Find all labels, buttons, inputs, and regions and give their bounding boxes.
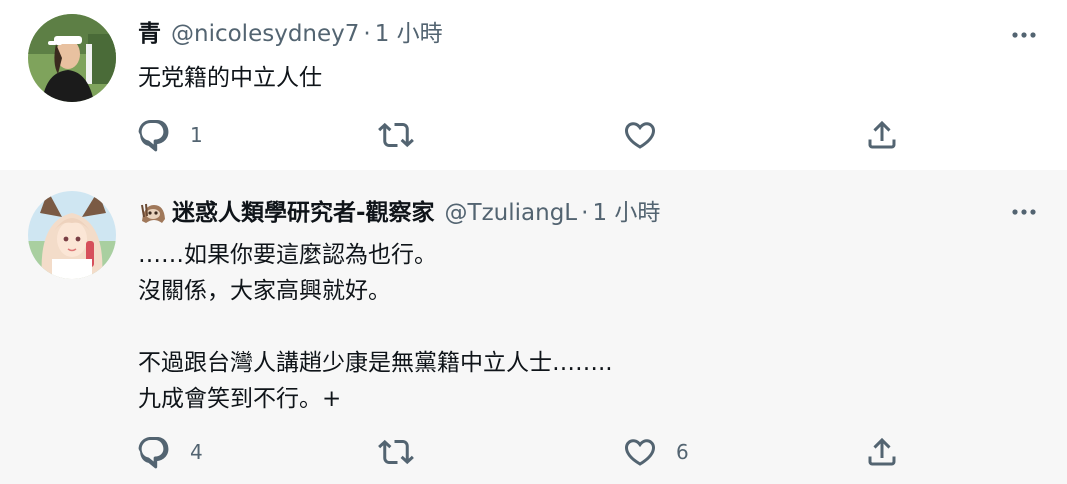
sloth-emoji-icon bbox=[141, 203, 165, 223]
like-count: 6 bbox=[676, 440, 689, 464]
tweet-actions: 4 6 bbox=[130, 432, 920, 472]
avatar[interactable] bbox=[28, 14, 116, 102]
retweet-icon bbox=[378, 439, 414, 465]
share-icon bbox=[868, 120, 896, 149]
like-button[interactable] bbox=[622, 115, 676, 155]
reply-icon bbox=[138, 120, 169, 152]
retweet-button[interactable] bbox=[378, 115, 432, 155]
display-name[interactable]: 迷惑人類學研究者-觀察家 bbox=[172, 197, 435, 229]
separator-dot: · bbox=[581, 200, 589, 226]
tweet-text: 无党籍的中立人仕 bbox=[138, 65, 322, 91]
heart-icon bbox=[624, 122, 656, 149]
more-icon bbox=[1012, 32, 1036, 38]
tweet-text: ……如果你要這麼認為也行。 沒關係，大家高興就好。 不過跟台灣人講趙少康是無黨籍… bbox=[138, 242, 613, 412]
more-options-button[interactable] bbox=[1009, 197, 1039, 227]
display-name[interactable]: 青 bbox=[138, 18, 161, 50]
tweet-reply-2[interactable]: 迷惑人類學研究者-觀察家 @TzuliangL · 1 小時 ……如果你要這麼認… bbox=[0, 170, 1067, 484]
avatar[interactable] bbox=[28, 191, 116, 279]
reply-button[interactable]: 4 bbox=[136, 432, 203, 472]
retweet-icon bbox=[378, 122, 414, 148]
timestamp[interactable]: 1 小時 bbox=[375, 18, 443, 50]
user-handle[interactable]: @TzuliangL bbox=[445, 197, 578, 229]
share-icon bbox=[868, 437, 896, 466]
user-handle[interactable]: @nicolesydney7 bbox=[171, 18, 359, 50]
reply-icon bbox=[138, 437, 169, 469]
tweet-reply-1[interactable]: 青 @nicolesydney7 · 1 小時 无党籍的中立人仕 1 bbox=[0, 0, 1067, 170]
avatar-photo-anime-girl bbox=[28, 191, 116, 279]
reply-count: 1 bbox=[190, 123, 203, 147]
avatar-photo-golfer bbox=[28, 14, 116, 102]
tweet-header: 迷惑人類學研究者-觀察家 @TzuliangL · 1 小時 bbox=[138, 197, 1007, 229]
heart-icon bbox=[624, 439, 656, 466]
reply-button[interactable]: 1 bbox=[136, 115, 203, 155]
retweet-button[interactable] bbox=[378, 432, 432, 472]
like-button[interactable]: 6 bbox=[622, 432, 689, 472]
tweet-actions: 1 bbox=[130, 115, 920, 155]
share-button[interactable] bbox=[864, 115, 900, 155]
tweet-header: 青 @nicolesydney7 · 1 小時 bbox=[138, 18, 1007, 50]
more-options-button[interactable] bbox=[1009, 20, 1039, 50]
share-button[interactable] bbox=[864, 432, 900, 472]
reply-count: 4 bbox=[190, 440, 203, 464]
timestamp[interactable]: 1 小時 bbox=[592, 197, 660, 229]
more-icon bbox=[1012, 209, 1036, 215]
separator-dot: · bbox=[363, 21, 371, 47]
